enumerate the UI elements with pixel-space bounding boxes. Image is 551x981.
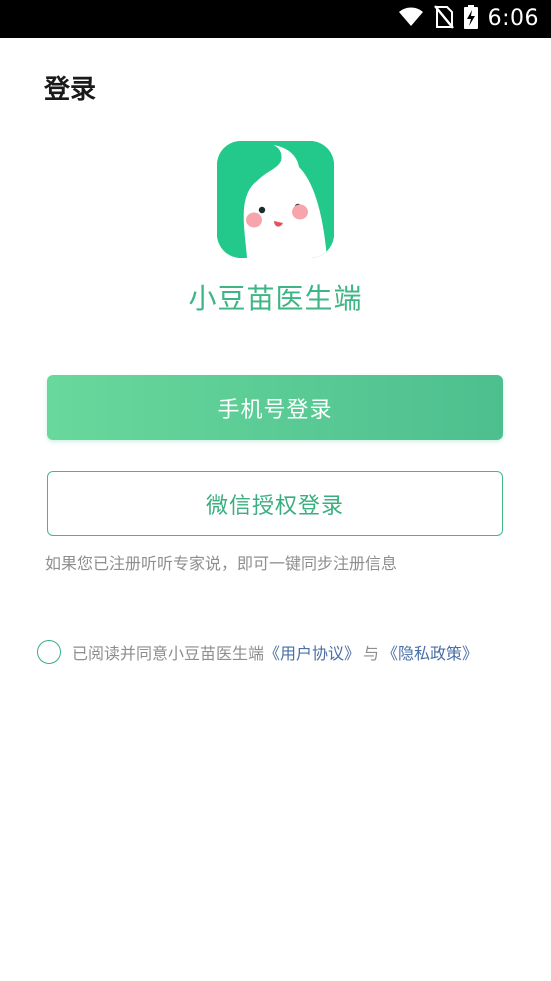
user-agreement-link[interactable]: 《用户协议》 [264, 640, 360, 664]
agreement-prefix: 已阅读并同意小豆苗医生端 [72, 644, 265, 663]
wechat-login-button[interactable]: 微信授权登录 [47, 471, 503, 536]
status-icons: 6:06 [398, 0, 539, 38]
phone-login-button[interactable]: 手机号登录 [47, 375, 503, 440]
no-sim-icon [433, 5, 454, 33]
privacy-policy-link[interactable]: 《隐私政策》 [382, 640, 478, 664]
app-name: 小豆苗医生端 [188, 282, 363, 315]
agreement-row: 已阅读并同意小豆苗医生端 《用户协议》 与 《隐私政策》 [37, 638, 478, 666]
wechat-login-label: 微信授权登录 [205, 493, 344, 519]
status-time: 6:06 [487, 6, 539, 31]
mascot-logo-icon [217, 141, 334, 258]
page-title: 登录 [44, 75, 97, 105]
sync-hint-text: 如果您已注册听听专家说，即可一键同步注册信息 [45, 554, 398, 573]
login-screen: 6:06 登录 小豆苗医生端 手机号登录 微信授权登录 如果您已注册听听专家说，… [0, 0, 551, 981]
agreement-checkbox[interactable] [37, 640, 61, 664]
battery-charging-icon [463, 5, 478, 33]
wifi-icon [398, 7, 424, 31]
agreement-connector: 与 [363, 644, 380, 663]
status-bar: 6:06 [0, 0, 551, 38]
phone-login-label: 手机号登录 [217, 397, 333, 423]
